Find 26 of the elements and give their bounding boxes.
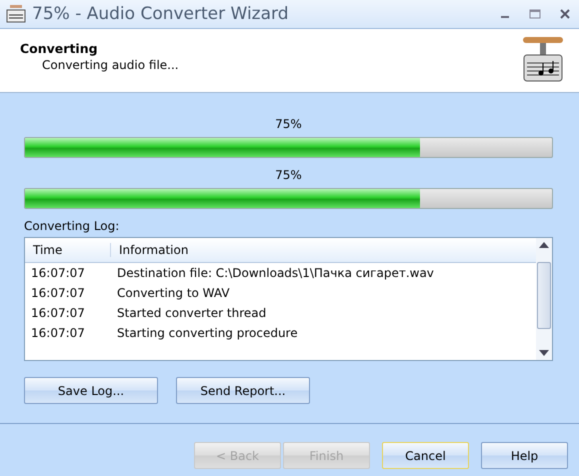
log-button[interactable]: Send Report... [176,377,310,404]
step-subtitle: Converting audio file... [42,58,180,72]
step-title: Converting [20,41,99,56]
progress-percent: 75% [274,168,303,184]
log-label: Converting Log: [24,219,120,233]
info-cell-text: Started converter thread [116,306,268,320]
scroll-down-icon[interactable] [539,350,549,356]
info-cell-text: Starting converting procedure [116,326,299,340]
info-cell-text: Destination file: C:\Downloads\1\Пачка сигарет.wav [116,266,435,280]
log-button[interactable]: Save Log... [24,377,158,404]
progress-percent: 75% [274,117,303,133]
info-cell-text: Converting to WAV [116,286,231,300]
scrollbar[interactable] [536,238,552,360]
music-press-icon [521,35,565,83]
column-header[interactable]: Time [25,243,111,257]
column-header[interactable]: Information [111,243,536,257]
scroll-thumb[interactable] [537,262,551,329]
scroll-up-icon[interactable] [539,242,549,248]
window-title: 75% - Audio Converter Wizard [32,4,290,24]
time-cell-text: 16:07:07 [30,326,86,340]
time-cell-text: 16:07:07 [30,266,86,280]
wizard-button[interactable]: Cancel [382,442,469,469]
wizard-button[interactable]: Help [481,442,568,469]
time-cell-text: 16:07:07 [30,286,86,300]
time-cell-text: 16:07:07 [30,306,86,320]
app-icon [6,5,26,23]
